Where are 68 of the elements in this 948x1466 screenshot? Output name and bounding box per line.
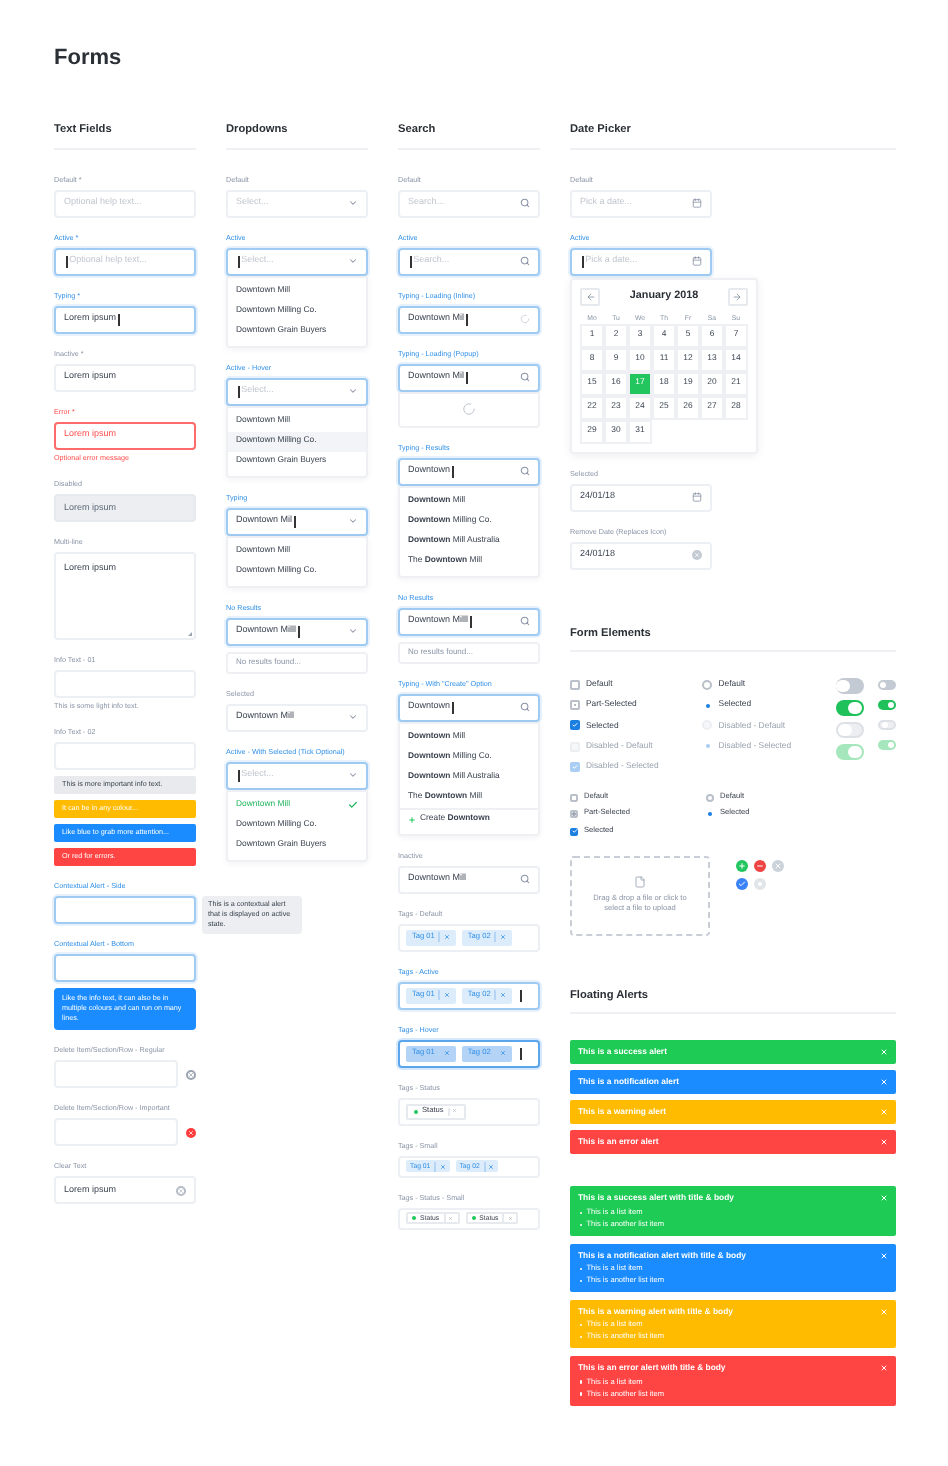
text-field[interactable] — [54, 954, 196, 983]
spinner-icon — [462, 402, 476, 417]
chevron-icon — [348, 386, 358, 397]
check-icon — [572, 764, 578, 771]
search-icon — [520, 616, 530, 627]
check-icon — [572, 722, 578, 729]
calendar-icon — [692, 256, 702, 267]
text-cursor — [298, 625, 300, 638]
plus-icon — [408, 815, 416, 824]
radio-button[interactable] — [706, 793, 714, 802]
spinner-icon — [520, 314, 530, 325]
file-icon — [634, 876, 646, 889]
chevron-icon — [348, 712, 358, 723]
chevron-icon — [348, 626, 358, 637]
search-icon — [520, 466, 530, 477]
text-cursor — [66, 255, 68, 268]
text-cursor — [118, 313, 120, 326]
text-cursor — [466, 313, 468, 326]
check-icon — [738, 879, 746, 888]
search-icon — [520, 702, 530, 713]
next-month-button[interactable] — [727, 287, 748, 306]
toggle-switch[interactable] — [878, 700, 896, 711]
previous-month-button[interactable] — [580, 287, 600, 306]
check-icon — [348, 800, 358, 811]
toggle-switch[interactable] — [835, 678, 864, 695]
text-cursor — [410, 255, 412, 268]
icon-button[interactable] — [736, 859, 748, 872]
chevron-icon — [348, 198, 358, 209]
partial-mark — [572, 812, 576, 816]
checkbox[interactable] — [570, 810, 578, 819]
search-icon — [520, 198, 530, 209]
calendar-icon — [692, 492, 702, 503]
icon-button[interactable] — [754, 859, 766, 872]
chevron-icon — [348, 516, 358, 527]
toggle-switch[interactable] — [878, 680, 896, 691]
right-arrow-icon — [732, 291, 743, 302]
left-arrow-icon — [585, 291, 595, 302]
delete-button[interactable] — [186, 1069, 196, 1080]
calendar-icon — [692, 198, 702, 209]
checkbox[interactable] — [570, 700, 580, 711]
text-cursor — [519, 989, 521, 1002]
text-cursor — [294, 515, 296, 528]
text-cursor — [238, 385, 240, 398]
text-cursor — [470, 615, 472, 628]
plus-icon — [738, 861, 746, 870]
icon-button[interactable] — [736, 877, 748, 890]
text-cursor — [452, 701, 454, 714]
radio-button[interactable] — [702, 679, 713, 690]
text-cursor — [452, 465, 454, 478]
checkbox[interactable] — [570, 679, 580, 690]
minus-icon — [756, 861, 764, 870]
page-title: Forms — [54, 48, 124, 70]
resize-handle-icon[interactable] — [188, 631, 192, 636]
text-cursor — [582, 255, 584, 268]
search-icon — [520, 372, 530, 383]
clear-button[interactable] — [176, 1185, 186, 1196]
search-icon — [520, 256, 530, 267]
chevron-icon — [348, 256, 358, 267]
text-cursor — [466, 371, 468, 384]
toggle-switch[interactable] — [835, 700, 864, 717]
text-cursor — [238, 255, 240, 268]
text-cursor — [238, 769, 240, 782]
text-cursor — [519, 1047, 521, 1060]
text-field[interactable] — [54, 896, 196, 925]
checkbox[interactable] — [570, 793, 578, 802]
check-icon — [571, 828, 577, 835]
chevron-icon — [348, 770, 358, 781]
search-icon — [520, 874, 530, 885]
